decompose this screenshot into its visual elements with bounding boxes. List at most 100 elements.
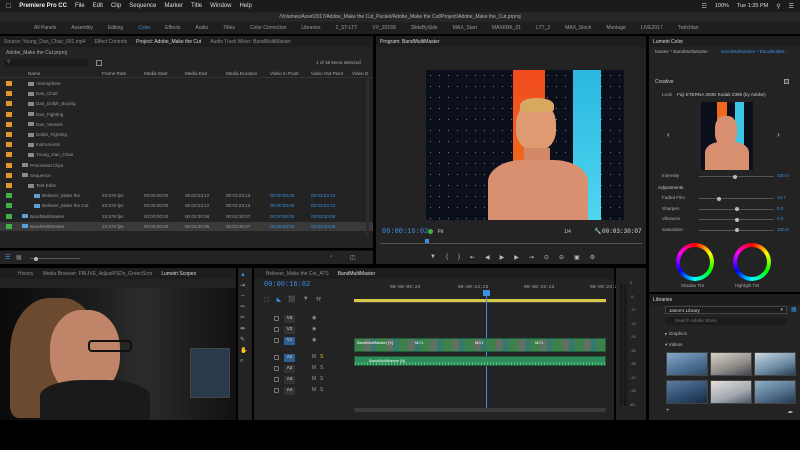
- project-item-row[interactable]: Sequence: [0, 171, 373, 180]
- razor-tool-icon[interactable]: ✂: [240, 314, 250, 321]
- track-label[interactable]: V3: [284, 315, 295, 323]
- lumetri-active-tab[interactable]: BandMultiMaster * BandMultiM...: [721, 49, 788, 54]
- clock[interactable]: Tue 1:35 PM: [737, 3, 768, 9]
- zoom-slider[interactable]: [30, 256, 80, 261]
- go-to-out-icon[interactable]: ⇥: [529, 254, 534, 261]
- intensity-value[interactable]: 100.0: [777, 173, 789, 178]
- timeline-scrollbar[interactable]: [354, 408, 606, 412]
- section-graphics[interactable]: ▸ Graphics: [665, 331, 687, 337]
- eye-icon[interactable]: ◉: [312, 326, 316, 332]
- workspace-tab[interactable]: SlideBySide: [411, 25, 438, 31]
- label-color-swatch[interactable]: [6, 162, 12, 168]
- label-color-swatch[interactable]: [6, 81, 12, 86]
- lumetri-source-tab[interactable]: Master * BandMultiMaster: [655, 49, 708, 54]
- project-item-row[interactable]: Instruments: [0, 140, 373, 149]
- video-thumbnail[interactable]: [710, 380, 752, 404]
- adjustments-label[interactable]: Adjustments: [658, 185, 683, 190]
- track-label[interactable]: A2: [284, 365, 295, 373]
- look-dropdown[interactable]: Fuji ETERNA 250D Kodak 2395 (by Adobe): [677, 92, 766, 97]
- label-color-swatch[interactable]: [6, 152, 12, 158]
- menu-title[interactable]: Title: [191, 3, 202, 9]
- tab-project[interactable]: Project: Adobe_Make the Cut: [136, 39, 201, 45]
- project-item-row[interactable]: Believer_Make the 23.976 fps 00:00:00:00 00…: [0, 191, 373, 200]
- intensity-slider[interactable]: [699, 174, 774, 179]
- section-videos[interactable]: ▾ Videos: [665, 342, 683, 348]
- add-marker-icon[interactable]: ▼: [303, 296, 309, 303]
- mute-icon[interactable]: M: [312, 387, 316, 393]
- audio-clip-a1[interactable]: BandMultiMaster [A]: [354, 356, 606, 366]
- label-color-swatch[interactable]: [6, 121, 12, 127]
- workspace-tab[interactable]: Editing: [108, 25, 123, 31]
- label-color-swatch[interactable]: [6, 172, 12, 178]
- program-scrubber[interactable]: [380, 239, 642, 244]
- lift-icon[interactable]: ⊙: [544, 254, 549, 261]
- track-label[interactable]: A3: [284, 376, 295, 384]
- eye-icon[interactable]: ◉: [312, 315, 316, 321]
- workspace-tab[interactable]: All Panels: [34, 25, 56, 31]
- track-label[interactable]: V2: [284, 326, 295, 334]
- fit-dropdown[interactable]: Fit: [438, 229, 444, 235]
- slider-value[interactable]: 0.0: [777, 206, 783, 211]
- label-color-swatch[interactable]: [6, 183, 12, 188]
- project-item-row[interactable]: Dan_Dolph_Boxing: [0, 99, 373, 108]
- snap-icon[interactable]: ◣: [277, 296, 282, 303]
- tab-history[interactable]: History: [18, 271, 34, 277]
- new-bin-icon[interactable]: [96, 60, 102, 66]
- lumetri-title[interactable]: Lumetri Color: [653, 39, 683, 45]
- project-item-row[interactable]: Atmosphere: [0, 79, 373, 88]
- lock-icon[interactable]: [274, 338, 279, 343]
- menu-help[interactable]: Help: [239, 3, 251, 9]
- workspace-tab[interactable]: Audio: [195, 25, 208, 31]
- track-select-icon[interactable]: ⇥: [240, 282, 250, 289]
- tab-lumetri-scopes[interactable]: Lumetri Scopes: [161, 271, 196, 277]
- adjustment-slider[interactable]: [699, 196, 774, 201]
- slip-tool-icon[interactable]: ⇹: [240, 325, 250, 332]
- ripple-edit-icon[interactable]: ⇔: [240, 293, 250, 299]
- track-label[interactable]: A1: [284, 354, 295, 362]
- workspace-tab[interactable]: Effects: [165, 25, 180, 31]
- workspace-tab[interactable]: MAX_Stock: [565, 25, 591, 31]
- playhead-handle-icon[interactable]: [483, 290, 490, 296]
- menu-file[interactable]: File: [75, 3, 85, 9]
- wifi-icon[interactable]: ☲: [701, 3, 706, 10]
- adjustment-slider[interactable]: [699, 207, 774, 211]
- section-creative[interactable]: Creative: [655, 79, 674, 85]
- timeline-settings-icon[interactable]: ⚒: [316, 296, 321, 303]
- video-thumbnail[interactable]: [666, 380, 708, 404]
- col-video-d[interactable]: Video D: [352, 71, 368, 76]
- adjustment-slider[interactable]: [699, 217, 774, 222]
- export-frame-icon[interactable]: ▣: [574, 254, 580, 261]
- video-thumbnail[interactable]: [754, 352, 796, 376]
- menu-edit[interactable]: Edit: [93, 3, 103, 9]
- label-color-swatch[interactable]: [6, 142, 12, 148]
- workspace-tab[interactable]: Twitchlan: [678, 25, 699, 31]
- program-video-frame[interactable]: [426, 70, 624, 220]
- project-item-row[interactable]: Dolph_Fighting: [0, 130, 373, 139]
- linked-select-icon[interactable]: ⬛: [288, 296, 295, 303]
- video-clip-v1[interactable]: BandMultiMaster [V] MC1 MC1 MC1: [354, 338, 606, 352]
- nest-icon[interactable]: ⬚: [264, 296, 270, 303]
- video-thumbnail[interactable]: [710, 352, 752, 376]
- video-thumbnail[interactable]: [666, 352, 708, 376]
- step-back-icon[interactable]: ◀: [485, 254, 490, 261]
- label-color-swatch[interactable]: [6, 132, 12, 137]
- project-item-row[interactable]: Dan_Vessels: [0, 120, 373, 129]
- lock-icon[interactable]: [274, 366, 279, 371]
- mute-icon[interactable]: M: [312, 365, 316, 371]
- battery-label[interactable]: 100%: [715, 3, 729, 9]
- label-color-swatch[interactable]: [6, 111, 12, 117]
- project-item-row[interactable]: Test Edits: [0, 181, 373, 190]
- solo-icon[interactable]: S: [320, 354, 323, 360]
- slider-value[interactable]: 0.0: [777, 216, 783, 221]
- project-item-row[interactable]: BandMultiMaster 23.976 fps 00:00:00:00 00:0…: [0, 221, 373, 231]
- adjustment-slider[interactable]: [699, 228, 774, 232]
- slider-knob[interactable]: [734, 217, 739, 222]
- list-view-icon[interactable]: ☰: [5, 254, 10, 261]
- menu-list-icon[interactable]: ☰: [789, 3, 800, 10]
- workspace-tab[interactable]: LTT_2: [536, 25, 550, 31]
- tab-audio-track-mixer[interactable]: Audio Track Mixer: BandMultiMaster: [210, 39, 290, 45]
- lock-icon[interactable]: [274, 377, 279, 382]
- menu-window[interactable]: Window: [210, 3, 231, 9]
- lock-icon[interactable]: [274, 327, 279, 332]
- zoom-tool-icon[interactable]: ⌕: [240, 358, 250, 365]
